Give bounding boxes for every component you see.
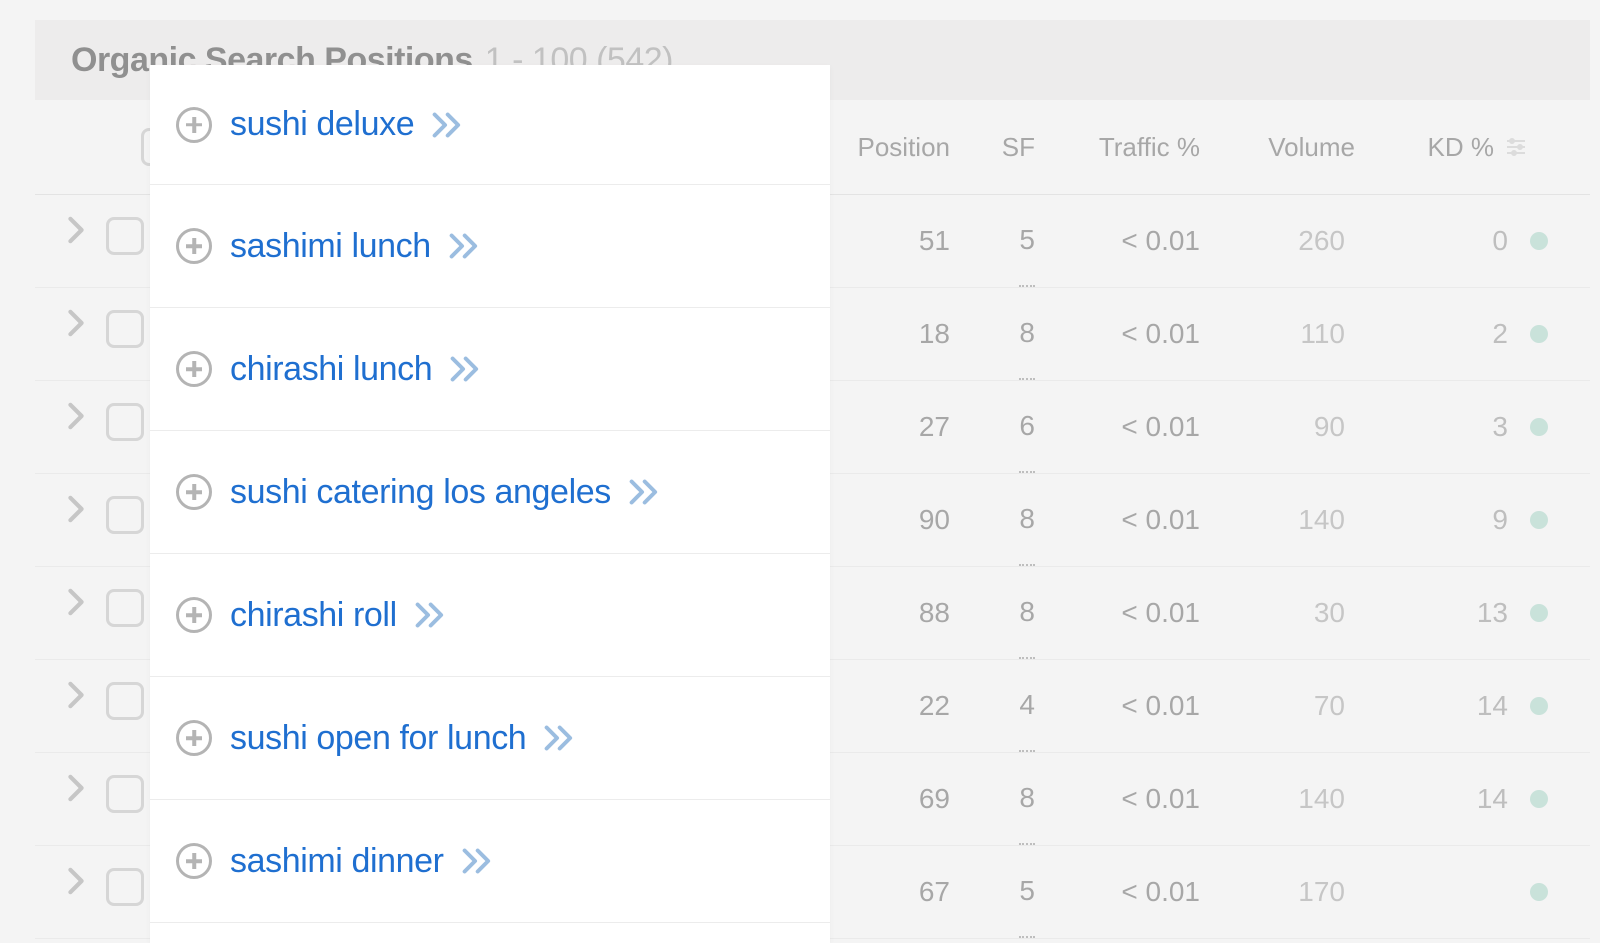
- col-header-volume[interactable]: Volume: [1268, 100, 1355, 194]
- cell-volume: 170: [1298, 846, 1345, 938]
- cell-traffic: < 0.01: [1121, 660, 1200, 752]
- kd-indicator-dot: [1530, 511, 1548, 529]
- expand-row-icon[interactable]: [63, 217, 89, 243]
- cell-volume: 90: [1314, 381, 1345, 473]
- cell-position: 51: [919, 195, 950, 287]
- cell-traffic: < 0.01: [1121, 846, 1200, 938]
- cell-position: 22: [919, 660, 950, 752]
- kd-indicator-dot: [1530, 418, 1548, 436]
- row-checkbox[interactable]: [106, 682, 144, 720]
- row-checkbox[interactable]: [106, 868, 144, 906]
- cell-volume: 70: [1314, 660, 1345, 752]
- cell-sf[interactable]: 8: [1019, 288, 1035, 380]
- kd-indicator-dot: [1530, 790, 1548, 808]
- add-keyword-icon[interactable]: [176, 720, 212, 756]
- cell-sf[interactable]: 8: [1019, 567, 1035, 659]
- keyword-item[interactable]: sashimi dinner: [150, 800, 830, 923]
- add-keyword-icon[interactable]: [176, 107, 212, 143]
- expand-row-icon[interactable]: [63, 403, 89, 429]
- row-checkbox[interactable]: [106, 775, 144, 813]
- cell-position: 67: [919, 846, 950, 938]
- keyword-item[interactable]: chirashi lunch: [150, 308, 830, 431]
- double-chevron-icon: [544, 724, 578, 752]
- double-chevron-icon: [462, 847, 496, 875]
- cell-sf[interactable]: 8: [1019, 753, 1035, 845]
- cell-position: 90: [919, 474, 950, 566]
- cell-volume: 30: [1314, 567, 1345, 659]
- keyword-item[interactable]: sushi catering los angeles: [150, 431, 830, 554]
- double-chevron-icon: [450, 355, 484, 383]
- expand-row-icon[interactable]: [63, 310, 89, 336]
- cell-kd: 0: [1492, 195, 1508, 287]
- cell-volume: 110: [1300, 288, 1345, 380]
- col-header-sf[interactable]: SF: [1002, 100, 1035, 194]
- cell-sf[interactable]: 5: [1019, 195, 1035, 287]
- expand-row-icon[interactable]: [63, 589, 89, 615]
- row-checkbox[interactable]: [106, 403, 144, 441]
- cell-position: 18: [919, 288, 950, 380]
- expand-row-icon[interactable]: [63, 775, 89, 801]
- cell-position: 88: [919, 567, 950, 659]
- cell-kd: 14: [1477, 660, 1508, 752]
- cell-sf[interactable]: 4: [1019, 660, 1035, 752]
- keyword-link[interactable]: sushi open for lunch: [230, 719, 526, 758]
- cell-volume: 140: [1298, 474, 1345, 566]
- kd-indicator-dot: [1530, 604, 1548, 622]
- row-checkbox[interactable]: [106, 589, 144, 627]
- col-header-position[interactable]: Position: [858, 100, 951, 194]
- double-chevron-icon: [449, 232, 483, 260]
- add-keyword-icon[interactable]: [176, 228, 212, 264]
- cell-traffic: < 0.01: [1121, 753, 1200, 845]
- cell-volume: 140: [1298, 753, 1345, 845]
- keyword-item[interactable]: chirashi roll: [150, 554, 830, 677]
- cell-kd: 3: [1492, 381, 1508, 473]
- col-header-kd[interactable]: KD %: [1428, 100, 1528, 194]
- cell-kd: 2: [1492, 288, 1508, 380]
- add-keyword-icon[interactable]: [176, 843, 212, 879]
- add-keyword-icon[interactable]: [176, 474, 212, 510]
- keyword-link[interactable]: sashimi lunch: [230, 227, 431, 266]
- cell-traffic: < 0.01: [1121, 195, 1200, 287]
- row-checkbox[interactable]: [106, 496, 144, 534]
- cell-position: 69: [919, 753, 950, 845]
- double-chevron-icon: [432, 111, 466, 139]
- double-chevron-icon: [629, 478, 663, 506]
- add-keyword-icon[interactable]: [176, 597, 212, 633]
- expand-row-icon[interactable]: [63, 868, 89, 894]
- kd-indicator-dot: [1530, 232, 1548, 250]
- row-checkbox[interactable]: [106, 217, 144, 255]
- double-chevron-icon: [415, 601, 449, 629]
- expand-row-icon[interactable]: [63, 496, 89, 522]
- cell-traffic: < 0.01: [1121, 474, 1200, 566]
- col-header-traffic[interactable]: Traffic %: [1099, 100, 1200, 194]
- keyword-link[interactable]: sushi deluxe: [230, 105, 414, 144]
- cell-sf[interactable]: 5: [1019, 846, 1035, 938]
- columns-settings-icon[interactable]: [1504, 135, 1528, 159]
- cell-sf[interactable]: 8: [1019, 474, 1035, 566]
- cell-kd: 14: [1477, 753, 1508, 845]
- kd-indicator-dot: [1530, 697, 1548, 715]
- keyword-link[interactable]: chirashi roll: [230, 596, 397, 635]
- cell-traffic: < 0.01: [1121, 381, 1200, 473]
- keyword-item[interactable]: sushi deluxe: [150, 65, 830, 185]
- kd-indicator-dot: [1530, 325, 1548, 343]
- cell-traffic: < 0.01: [1121, 567, 1200, 659]
- cell-kd: 13: [1477, 567, 1508, 659]
- kd-indicator-dot: [1530, 883, 1548, 901]
- cell-traffic: < 0.01: [1121, 288, 1200, 380]
- cell-sf[interactable]: 6: [1019, 381, 1035, 473]
- cell-kd: 9: [1492, 474, 1508, 566]
- keyword-link[interactable]: chirashi lunch: [230, 350, 432, 389]
- keyword-item[interactable]: sushi open for lunch: [150, 677, 830, 800]
- keyword-item[interactable]: sashimi lunch: [150, 185, 830, 308]
- keyword-link[interactable]: sushi catering los angeles: [230, 473, 611, 512]
- cell-volume: 260: [1298, 195, 1345, 287]
- keyword-link[interactable]: sashimi dinner: [230, 842, 444, 881]
- expand-row-icon[interactable]: [63, 682, 89, 708]
- row-checkbox[interactable]: [106, 310, 144, 348]
- add-keyword-icon[interactable]: [176, 351, 212, 387]
- keyword-popup: sushi deluxe sashimi lunch chirashi lunch s…: [150, 65, 830, 943]
- cell-position: 27: [919, 381, 950, 473]
- col-header-kd-label: KD %: [1428, 132, 1494, 163]
